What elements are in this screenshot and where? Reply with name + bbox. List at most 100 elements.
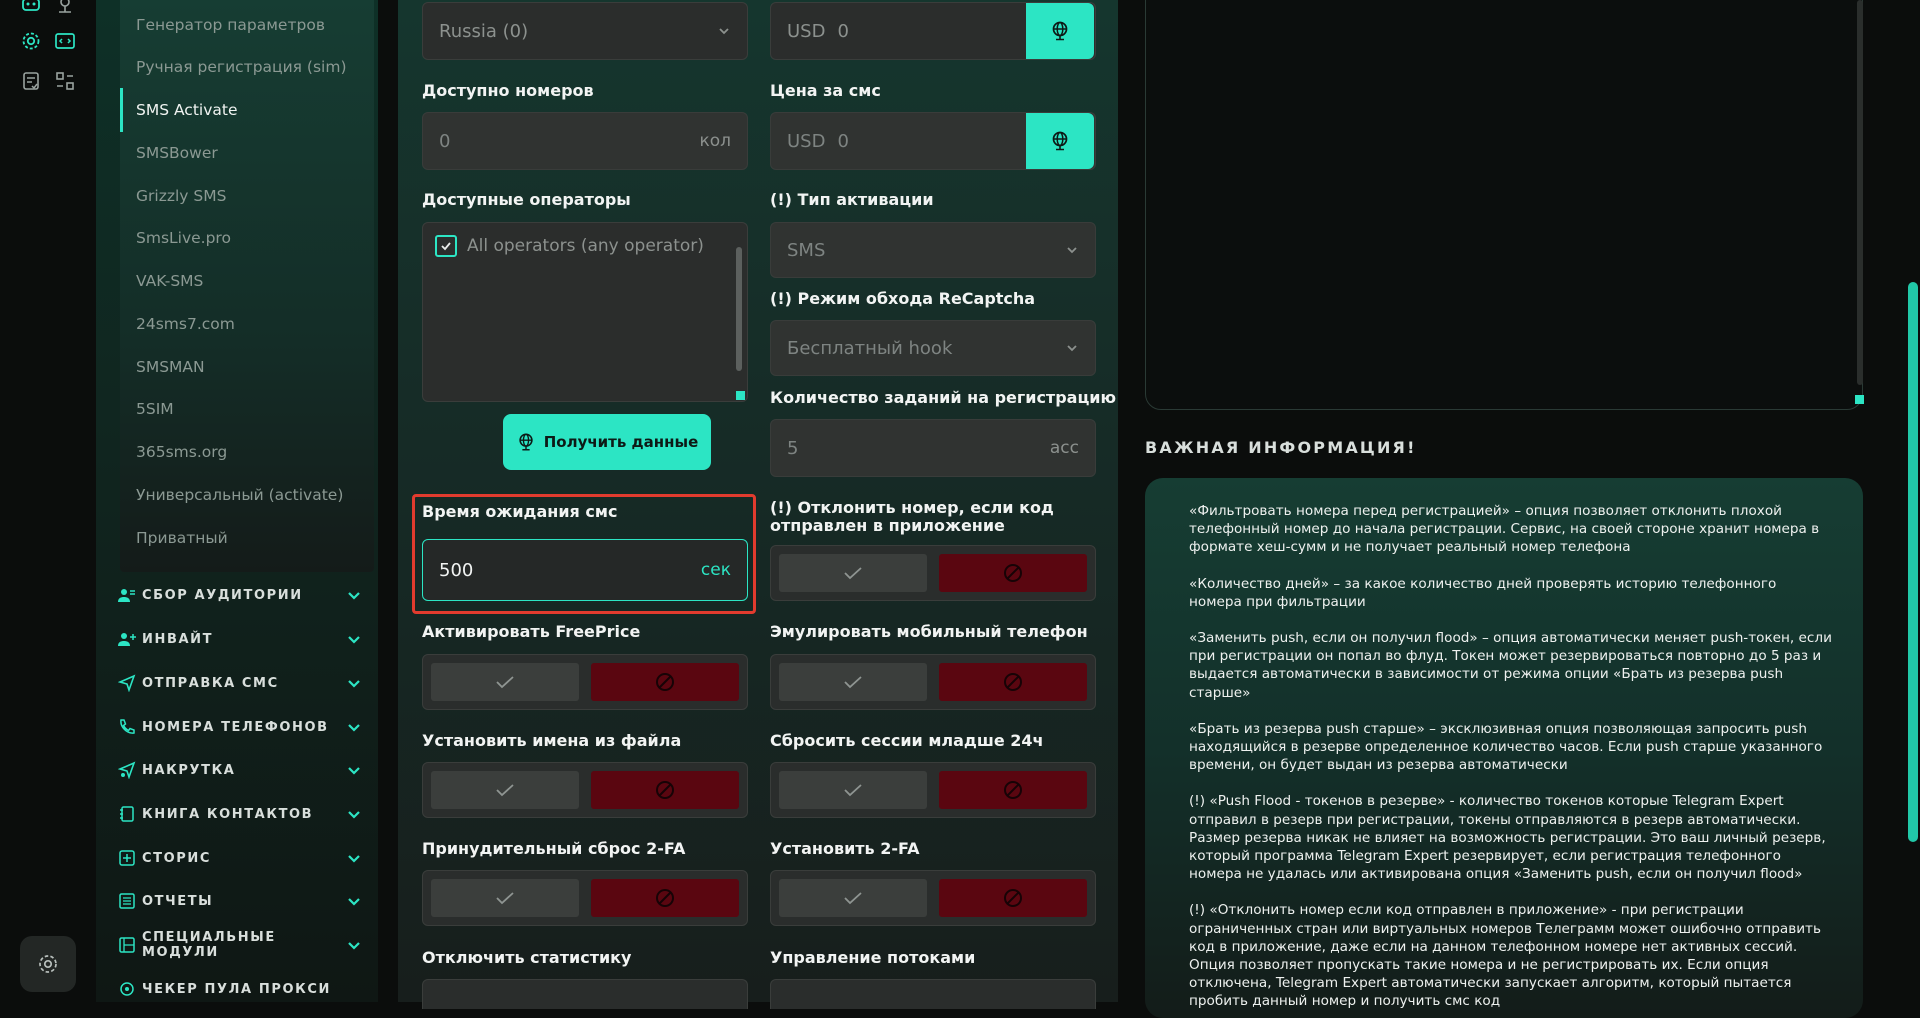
check-icon [844, 892, 862, 905]
submenu-item[interactable]: Приватный [136, 529, 228, 547]
disable-option-button[interactable] [591, 663, 739, 701]
disable-option-button[interactable] [939, 663, 1087, 701]
refresh-price-button[interactable] [1026, 113, 1094, 169]
settings-button[interactable] [20, 936, 76, 992]
submenu-item-active[interactable]: SMS Activate [136, 101, 238, 119]
log-output-area[interactable] [1145, 0, 1864, 410]
force-reset-2fa-label: Принудительный сброс 2-FA [422, 839, 686, 858]
submenu-item[interactable]: Генератор параметров [136, 16, 325, 34]
freeprice-label: Активировать FreePrice [422, 622, 641, 641]
block-icon [656, 673, 674, 691]
sms-wait-time-field[interactable]: 500 сек [422, 539, 748, 601]
country-select[interactable]: Russia (0) [422, 2, 748, 60]
get-data-button[interactable]: Получить данные [503, 414, 711, 470]
submenu-item[interactable]: SMSBower [136, 144, 218, 162]
sidebar-section-label: ОТПРАВКА СМС [142, 675, 279, 691]
send-boost-icon [118, 761, 136, 779]
sidebar-section-send-sms[interactable]: ОТПРАВКА СМС [118, 672, 362, 694]
reject-app-code-toggle [770, 545, 1096, 601]
operator-option[interactable]: All operators (any operator) [435, 235, 704, 257]
sidebar-section-label: ЧЕКЕР ПУЛА ПРОКСИ [142, 981, 331, 997]
available-numbers-value: 0 [439, 130, 451, 152]
sidebar-section-invite[interactable]: ИНВАЙТ [118, 628, 362, 650]
page-scrollbar[interactable] [1908, 282, 1918, 842]
submenu-item[interactable]: Универсальный (activate) [136, 486, 343, 504]
scrollbar[interactable] [736, 247, 742, 371]
chevron-down-icon [348, 636, 360, 644]
submenu-item[interactable]: SmsLive.pro [136, 229, 231, 247]
sidebar-section-audience[interactable]: СБОР АУДИТОРИИ [118, 584, 362, 606]
emulate-mobile-label: Эмулировать мобильный телефон [770, 622, 1088, 641]
sidebar-section-contacts[interactable]: КНИГА КОНТАКТОВ [118, 803, 362, 825]
operators-listbox[interactable]: All operators (any operator) [422, 222, 748, 402]
sidebar-section-label: СПЕЦИАЛЬНЫЕ МОДУЛИ [142, 930, 276, 960]
operator-option-label: All operators (any operator) [467, 236, 704, 256]
disable-stats-toggle[interactable] [422, 979, 748, 1009]
sidebar-section-reports[interactable]: ОТЧЕТЫ [118, 890, 362, 912]
country-value: Russia (0) [439, 20, 529, 42]
activation-type-select[interactable]: SMS [770, 222, 1096, 278]
resize-handle[interactable] [736, 391, 745, 400]
threads-toggle[interactable] [770, 979, 1096, 1009]
code-window-icon[interactable] [54, 30, 76, 52]
disable-option-button[interactable] [591, 879, 739, 917]
submenu-item[interactable]: 5SIM [136, 400, 174, 418]
icon-rail [0, 0, 96, 1002]
activation-type-value: SMS [787, 239, 826, 261]
tasks-count-value: 5 [787, 437, 799, 459]
tasks-count-unit: acc [1049, 438, 1079, 458]
info-panel: «Фильтровать номера перед регистрацией» … [1145, 478, 1863, 1018]
submenu-item[interactable]: SMSMAN [136, 358, 205, 376]
enable-option-button[interactable] [431, 663, 579, 701]
chevron-down-icon [348, 592, 360, 600]
submenu-item[interactable]: 365sms.org [136, 443, 227, 461]
network-icon[interactable] [54, 0, 76, 16]
sidebar-section-stories[interactable]: СТОРИС [118, 847, 362, 869]
sidebar-section-label: СТОРИС [142, 850, 212, 866]
enable-option-button[interactable] [779, 554, 927, 592]
disable-option-button[interactable] [591, 771, 739, 809]
checklist-icon[interactable] [20, 70, 42, 92]
log-scrollbar[interactable] [1857, 0, 1863, 385]
modules-icon [118, 936, 136, 954]
block-icon [1004, 564, 1022, 582]
enable-option-button[interactable] [779, 879, 927, 917]
info-paragraph: (!) «Push Flood - токенов в резерве» - к… [1189, 793, 1826, 883]
enable-option-button[interactable] [779, 771, 927, 809]
sidebar-section-phone-numbers[interactable]: НОМЕРА ТЕЛЕФОНОВ [118, 716, 362, 738]
refresh-balance-button[interactable] [1026, 3, 1094, 59]
recaptcha-mode-select[interactable]: Бесплатный hook [770, 320, 1096, 376]
block-icon [656, 781, 674, 799]
sidebar-section-boost[interactable]: НАКРУТКА [118, 759, 362, 781]
checkbox-checked[interactable] [435, 235, 457, 257]
globe-icon [519, 433, 533, 451]
bot-icon[interactable] [20, 0, 42, 16]
chevron-down-icon [348, 680, 360, 688]
threads-label: Управление потоками [770, 948, 976, 967]
disable-option-button[interactable] [939, 879, 1087, 917]
disable-option-button[interactable] [939, 771, 1087, 809]
submenu-item[interactable]: VAK-SMS [136, 272, 203, 290]
emulate-mobile-toggle [770, 654, 1096, 710]
sidebar-section-proxy-checker[interactable]: ЧЕКЕР ПУЛА ПРОКСИ [118, 978, 362, 1000]
block-icon [1004, 889, 1022, 907]
resize-handle[interactable] [1855, 395, 1864, 404]
submenu-item[interactable]: Grizzly SMS [136, 187, 226, 205]
names-from-file-label: Установить имена из файла [422, 731, 682, 750]
gear-icon[interactable] [20, 30, 42, 52]
tasks-count-field[interactable]: 5 acc [770, 419, 1096, 477]
check-icon [441, 242, 451, 251]
enable-option-button[interactable] [431, 879, 579, 917]
submenu-item[interactable]: 24sms7.com [136, 315, 235, 333]
available-numbers-unit: кол [699, 131, 731, 151]
grid-swap-icon[interactable] [54, 70, 76, 92]
disable-option-button[interactable] [939, 554, 1087, 592]
sidebar-section-special-modules[interactable]: СПЕЦИАЛЬНЫЕ МОДУЛИ [118, 930, 362, 960]
enable-option-button[interactable] [431, 771, 579, 809]
submenu-item[interactable]: Ручная регистрация (sim) [136, 58, 347, 76]
names-from-file-toggle [422, 762, 748, 818]
enable-option-button[interactable] [779, 663, 927, 701]
phone-icon [118, 718, 136, 736]
recaptcha-mode-label: (!) Режим обхода ReCaptcha [770, 289, 1036, 308]
sms-price-label: Цена за смс [770, 81, 881, 100]
